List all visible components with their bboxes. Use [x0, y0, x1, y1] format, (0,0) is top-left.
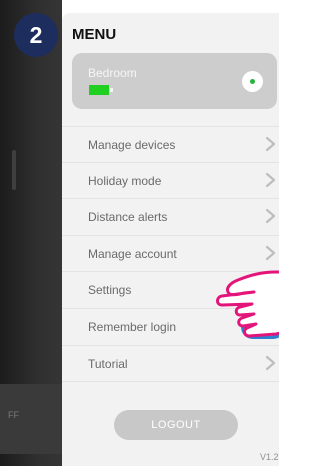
screenshot-frame: FF MENU Bedroom Manage devices Holiday m… — [0, 0, 279, 466]
menu-item-label: Manage devices — [88, 138, 176, 152]
step-number-badge: 2 — [14, 13, 58, 57]
logout-button[interactable]: LOGOUT — [114, 410, 238, 440]
menu-item-distance-alerts[interactable]: Distance alerts — [62, 199, 279, 236]
chevron-right-icon — [265, 172, 276, 187]
menu-item-holiday-mode[interactable]: Holiday mode — [62, 163, 279, 200]
menu-item-label: Holiday mode — [88, 173, 162, 188]
menu-item-label: Tutorial — [88, 356, 128, 371]
chevron-right-icon — [265, 355, 276, 370]
menu-item-label: Distance alerts — [88, 210, 168, 225]
menu-item-label: Manage account — [88, 246, 177, 261]
chevron-right-icon — [265, 136, 276, 152]
menu-item-label: Settings — [88, 283, 132, 298]
menu-item-label: Remember login — [88, 319, 177, 334]
battery-full-icon — [89, 85, 113, 95]
menu-item-tutorial[interactable]: Tutorial — [62, 346, 279, 383]
device-name: Bedroom — [88, 66, 137, 80]
background-app-text: FF — [8, 410, 19, 420]
background-app-edge — [12, 150, 16, 190]
background-app-strip: FF — [0, 0, 62, 466]
device-status-icon — [242, 71, 263, 92]
pointing-hand-icon — [216, 270, 279, 338]
menu-title: MENU — [72, 26, 117, 43]
menu-item-manage-devices[interactable]: Manage devices — [62, 126, 279, 163]
side-menu-panel: MENU Bedroom Manage devices Holiday mode… — [62, 13, 279, 466]
chevron-right-icon — [265, 209, 276, 224]
device-card[interactable]: Bedroom — [72, 53, 277, 109]
app-version: V1.2.40 — [260, 452, 279, 462]
menu-list: Manage devices Holiday mode Distance ale… — [62, 126, 279, 383]
